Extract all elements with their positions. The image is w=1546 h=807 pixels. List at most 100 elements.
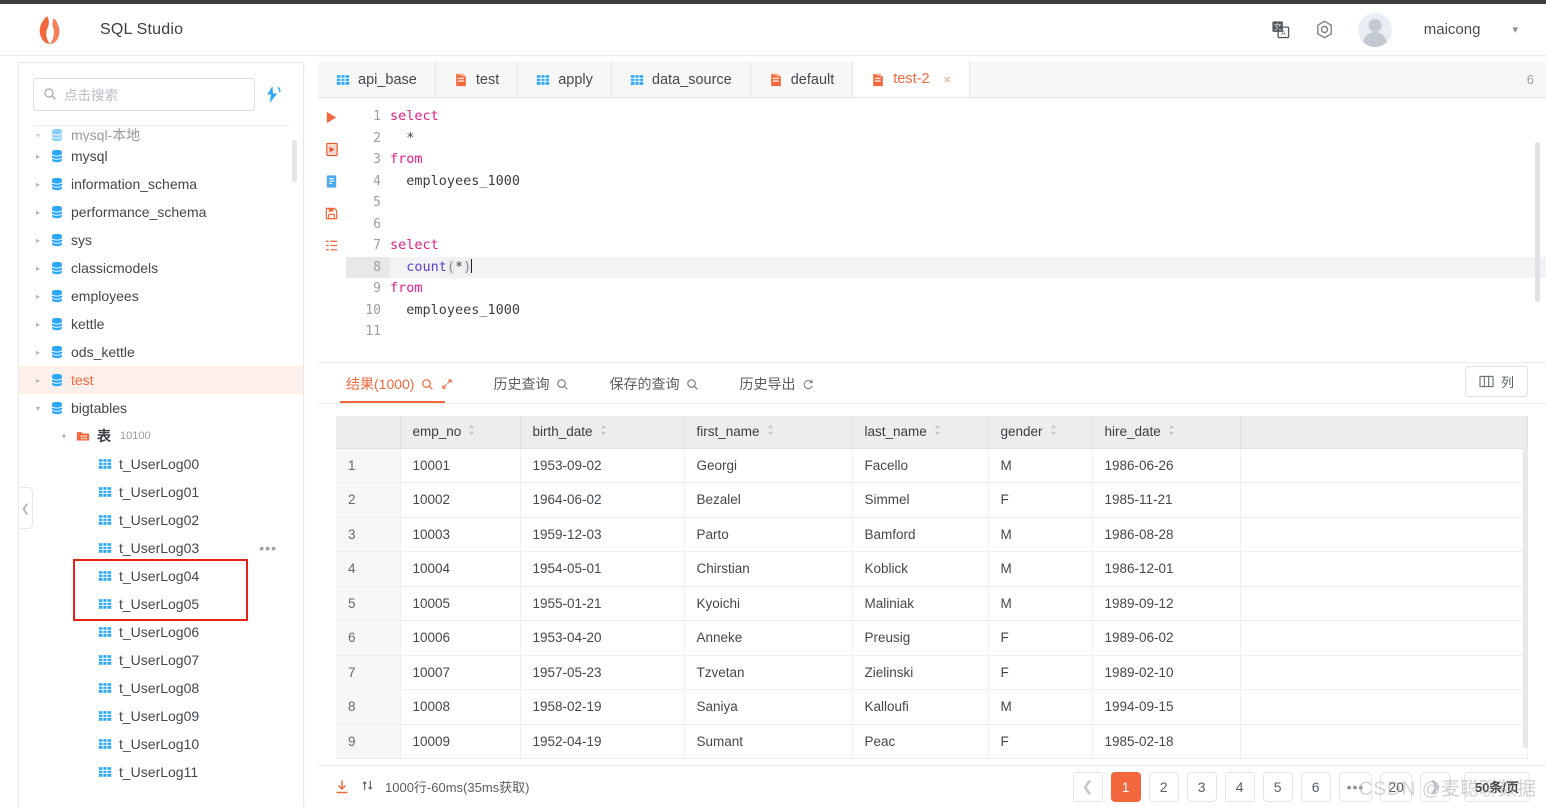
table-cell[interactable]: [1240, 517, 1528, 552]
tree-table-item[interactable]: ▸t_UserLog04: [19, 562, 303, 590]
column-header-emp_no[interactable]: emp_no: [400, 416, 521, 449]
tree-table-item[interactable]: ▸t_UserLog06: [19, 618, 303, 646]
column-header-hire_date[interactable]: hire_date: [1092, 416, 1241, 449]
tree-table-item[interactable]: ▸t_UserLog01: [19, 478, 303, 506]
table-row[interactable]: 8 10008 1958-02-19 Saniya Kalloufi M 1994-09-1…: [336, 689, 1528, 725]
table-cell[interactable]: 10001: [400, 448, 521, 483]
database-tree[interactable]: ▾ mysql-本地 ▸ mysql ▸ information_schema ▸ perfo…: [19, 126, 303, 806]
table-cell[interactable]: 1989-06-02: [1092, 620, 1241, 656]
tree-database-item[interactable]: ▸ mysql: [19, 142, 303, 170]
table-cell[interactable]: 1955-01-21: [520, 586, 685, 621]
chevron-down-icon[interactable]: ▾: [33, 403, 43, 413]
tree-database-item[interactable]: ▸ test: [19, 366, 303, 394]
tree-table-item[interactable]: ▸t_UserLog05: [19, 590, 303, 618]
table-cell[interactable]: Parto: [684, 517, 853, 552]
column-header-first_name[interactable]: first_name: [684, 416, 853, 449]
editor-code[interactable]: select * from employees_1000 select count…: [390, 98, 1546, 362]
table-cell[interactable]: [1240, 482, 1528, 518]
table-cell[interactable]: Anneke: [684, 620, 853, 656]
page-size-select[interactable]: 50条/页: [1463, 771, 1530, 802]
result-tab-2[interactable]: 保存的查询: [589, 374, 719, 403]
pagination-page-1[interactable]: 1: [1110, 771, 1141, 802]
table-cell[interactable]: Kalloufi: [852, 689, 989, 725]
code-line[interactable]: [390, 214, 1546, 236]
column-header-gender[interactable]: gender: [988, 416, 1093, 449]
chevron-right-icon[interactable]: ▸: [33, 291, 43, 301]
run-icon[interactable]: [324, 110, 340, 126]
code-line[interactable]: select: [390, 106, 1546, 128]
table-cell[interactable]: Chirstian: [684, 551, 853, 587]
table-cell[interactable]: Georgi: [684, 448, 853, 483]
tree-folder-item[interactable]: ▾ 表 10100: [19, 422, 303, 450]
result-tab-0[interactable]: 结果(1000): [326, 374, 473, 403]
sort-updown-icon[interactable]: [467, 425, 476, 439]
editor-tab-default[interactable]: default: [750, 62, 854, 97]
refresh-lightning-icon[interactable]: [255, 85, 289, 104]
code-line[interactable]: [390, 321, 1546, 343]
tree-database-item[interactable]: ▸ ods_kettle: [19, 338, 303, 366]
table-cell[interactable]: 1986-06-26: [1092, 448, 1241, 483]
table-cell[interactable]: Bamford: [852, 517, 989, 552]
chevron-right-icon[interactable]: ▸: [33, 263, 43, 273]
table-cell[interactable]: 10009: [400, 724, 521, 759]
table-cell[interactable]: M: [988, 448, 1093, 483]
table-cell[interactable]: 1985-02-18: [1092, 724, 1241, 759]
avatar[interactable]: [1357, 12, 1392, 47]
table-cell[interactable]: 1953-09-02: [520, 448, 685, 483]
table-cell[interactable]: 10007: [400, 655, 521, 690]
sql-editor[interactable]: 1 2 3 4 5 6 7 8 9 10 11 select * from employees_100…: [318, 98, 1546, 362]
sort-updown-icon[interactable]: [766, 425, 775, 439]
table-cell[interactable]: Bezalel: [684, 482, 853, 518]
tree-database-item[interactable]: ▸ employees: [19, 282, 303, 310]
table-cell[interactable]: 1953-04-20: [520, 620, 685, 656]
sort-updown-icon[interactable]: [933, 425, 942, 439]
table-cell[interactable]: 10004: [400, 551, 521, 587]
chevron-down-icon[interactable]: ▾: [59, 431, 69, 441]
table-cell[interactable]: M: [988, 689, 1093, 725]
table-cell[interactable]: Zielinski: [852, 655, 989, 690]
user-name[interactable]: maicong: [1424, 21, 1481, 38]
code-line[interactable]: from: [390, 149, 1546, 171]
tree-database-item[interactable]: ▾ bigtables: [19, 394, 303, 422]
target-settings-icon[interactable]: [1314, 19, 1336, 41]
table-cell[interactable]: [1240, 586, 1528, 621]
table-cell[interactable]: Peac: [852, 724, 989, 759]
tree-table-item[interactable]: ▸t_UserLog03•••: [19, 534, 303, 562]
tree-database-item[interactable]: ▸ information_schema: [19, 170, 303, 198]
sort-updown-icon[interactable]: [1167, 425, 1176, 439]
tree-table-item[interactable]: ▸t_UserLog11: [19, 758, 303, 786]
table-row[interactable]: 7 10007 1957-05-23 Tzvetan Zielinski F 1989-02…: [336, 655, 1528, 690]
table-cell[interactable]: 1986-12-01: [1092, 551, 1241, 587]
code-line[interactable]: *: [390, 128, 1546, 150]
tree-database-item[interactable]: ▾ mysql-本地: [19, 128, 303, 142]
tree-database-item[interactable]: ▸ classicmodels: [19, 254, 303, 282]
columns-button[interactable]: 列: [1464, 366, 1528, 397]
tree-database-item[interactable]: ▸ kettle: [19, 310, 303, 338]
tree-table-item[interactable]: ▸t_UserLog00: [19, 450, 303, 478]
table-cell[interactable]: 1986-08-28: [1092, 517, 1241, 552]
table-cell[interactable]: M: [988, 517, 1093, 552]
download-icon[interactable]: [334, 779, 350, 795]
sort-updown-icon[interactable]: [599, 425, 608, 439]
result-tab-1[interactable]: 历史查询: [473, 374, 589, 403]
chevron-right-icon[interactable]: ▸: [33, 235, 43, 245]
table-row[interactable]: 5 10005 1955-01-21 Kyoichi Maliniak M 1989-09-…: [336, 586, 1528, 621]
code-line[interactable]: employees_1000: [390, 300, 1546, 322]
sort-updown-icon[interactable]: [1049, 425, 1058, 439]
pagination-page-2[interactable]: 2: [1148, 771, 1179, 802]
sort-arrows-icon[interactable]: [361, 779, 374, 795]
pagination-page-5[interactable]: 5: [1262, 771, 1293, 802]
table-cell[interactable]: Facello: [852, 448, 989, 483]
table-cell[interactable]: 1952-04-19: [520, 724, 685, 759]
run-to-file-icon[interactable]: [324, 142, 340, 158]
table-cell[interactable]: Preusig: [852, 620, 989, 656]
table-row[interactable]: 9 10009 1952-04-19 Sumant Peac F 1985-02-18: [336, 724, 1528, 759]
tree-database-item[interactable]: ▸ performance_schema: [19, 198, 303, 226]
tree-table-item[interactable]: ▸t_UserLog09: [19, 702, 303, 730]
grid-scrollbar[interactable]: [1523, 448, 1528, 748]
table-cell[interactable]: Maliniak: [852, 586, 989, 621]
table-cell[interactable]: [1240, 724, 1528, 759]
code-line[interactable]: count(*): [390, 256, 1546, 278]
table-cell[interactable]: 1964-06-02: [520, 482, 685, 518]
table-row[interactable]: 3 10003 1959-12-03 Parto Bamford M 1986-08-28: [336, 517, 1528, 552]
